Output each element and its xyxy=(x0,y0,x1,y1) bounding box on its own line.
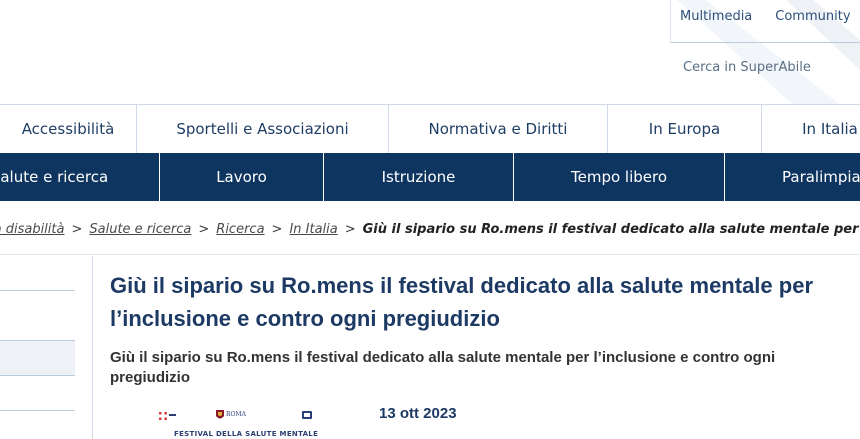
breadcrumb-separator: > xyxy=(71,222,83,237)
article: Giù il sipario su Ro.mens il festival de… xyxy=(92,256,860,439)
breadcrumb-current: Giù il sipario su Ro.mens il festival de… xyxy=(362,222,860,237)
breadcrumb-link-salute-ricerca[interactable]: Salute e ricerca xyxy=(89,222,191,237)
sidebar xyxy=(0,256,75,439)
search-link[interactable]: Cerca in SuperAbile xyxy=(683,60,811,75)
secondary-nav: Salute e ricerca Lavoro Istruzione Tempo… xyxy=(0,153,860,201)
breadcrumb-link-disabilita[interactable]: la disabilità xyxy=(0,222,64,237)
nav-in-europa[interactable]: In Europa xyxy=(608,105,762,153)
breadcrumb-link-in-italia[interactable]: In Italia xyxy=(289,222,337,237)
community-link[interactable]: Community xyxy=(775,9,850,24)
breadcrumb-trail: la disabilità > Salute e ricerca > Ricerca > I… xyxy=(0,222,860,237)
utility-divider xyxy=(670,42,860,43)
article-subtitle: Giù il sipario su Ro.mens il festival de… xyxy=(110,349,776,386)
nav-istruzione[interactable]: Istruzione xyxy=(324,153,514,201)
article-date: 13 ott 2023 xyxy=(379,405,457,422)
multimedia-link[interactable]: Multimedia xyxy=(680,9,752,24)
nav-accessibilita[interactable]: Accessibilità xyxy=(0,105,137,153)
nav-paralimpiadi[interactable]: Paralimpiadi xyxy=(725,153,860,201)
breadcrumb: la disabilità > Salute e ricerca > Ricerca > I… xyxy=(0,201,860,255)
breadcrumb-separator: > xyxy=(198,222,210,237)
nav-sportelli-associazioni[interactable]: Sportelli e Associazioni xyxy=(137,105,389,153)
roma-logo-text: ROMA xyxy=(226,411,246,418)
nav-tempo-libero[interactable]: Tempo libero xyxy=(514,153,725,201)
roma-crest-icon xyxy=(216,410,224,419)
sidebar-divider xyxy=(0,410,75,411)
utility-links: Multimedia Community xyxy=(680,9,851,24)
article-image: ROMA FESTIVAL DELLA SALUTE MENTALE xyxy=(151,406,327,439)
roma-logo: ROMA xyxy=(215,408,246,422)
primary-nav: Accessibilità Sportelli e Associazioni N… xyxy=(0,104,860,153)
breadcrumb-link-ricerca[interactable]: Ricerca xyxy=(216,222,264,237)
partner-logo-icon xyxy=(302,411,312,419)
nav-salute-ricerca[interactable]: Salute e ricerca xyxy=(0,153,160,201)
article-title: Giù il sipario su Ro.mens il festival de… xyxy=(110,273,814,331)
page: Multimedia Community Cerca in SuperAbile… xyxy=(0,0,860,439)
utility-vertical-divider xyxy=(670,0,671,43)
nav-lavoro[interactable]: Lavoro xyxy=(160,153,324,201)
nav-in-italia[interactable]: In Italia xyxy=(762,105,860,153)
header-utility-area: Multimedia Community Cerca in SuperAbile xyxy=(0,0,860,104)
ministry-logo-icon xyxy=(159,412,176,420)
sidebar-divider xyxy=(0,290,75,291)
image-caption: FESTIVAL DELLA SALUTE MENTALE xyxy=(174,430,319,438)
nav-normativa-diritti[interactable]: Normativa e Diritti xyxy=(389,105,608,153)
breadcrumb-separator: > xyxy=(271,222,283,237)
sidebar-item-active[interactable] xyxy=(0,340,75,376)
breadcrumb-separator: > xyxy=(344,222,356,237)
